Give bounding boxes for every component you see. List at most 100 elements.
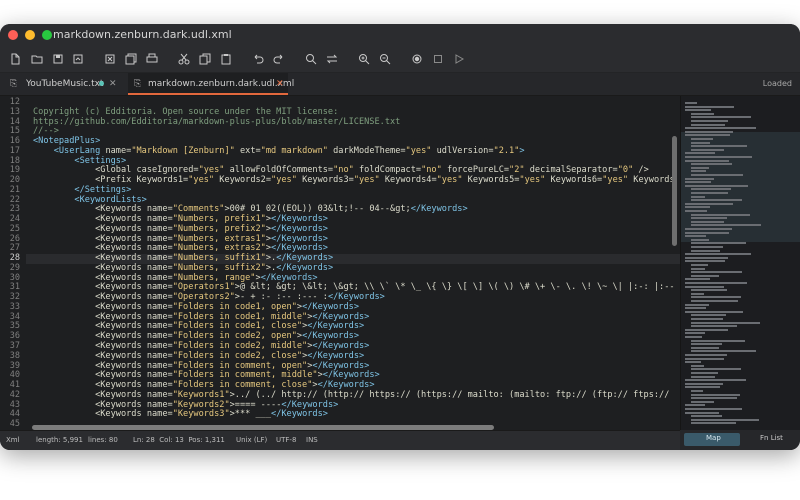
scrollbar-thumb[interactable]	[672, 136, 677, 246]
redo-icon[interactable]	[272, 52, 286, 66]
tab-map[interactable]: Map	[706, 434, 721, 442]
length-indicator: length: 5,991	[36, 436, 83, 444]
status-bar: Xml length: 5,991 lines: 80 Ln: 28 Col: …	[0, 430, 680, 450]
minimap-line	[691, 415, 722, 418]
find-icon[interactable]	[304, 52, 318, 66]
minimap-line	[691, 292, 704, 295]
save-icon[interactable]	[51, 52, 65, 66]
record-macro-icon[interactable]	[410, 52, 424, 66]
eol-indicator[interactable]: Unix (LF)	[236, 436, 267, 444]
language-indicator[interactable]: Xml	[6, 436, 20, 444]
document-map[interactable]	[680, 96, 800, 430]
new-file-icon[interactable]	[8, 52, 22, 66]
minimap-line	[691, 148, 724, 151]
zoom-in-icon[interactable]	[357, 52, 371, 66]
close-all-icon[interactable]	[124, 52, 138, 66]
encoding-indicator[interactable]: UTF-8	[276, 436, 296, 444]
play-macro-icon[interactable]	[452, 52, 466, 66]
minimap-line	[691, 120, 728, 122]
code-line: <Keywords name="Keywords3">*** ___</Keyw…	[33, 409, 328, 420]
minimap-line	[691, 145, 747, 148]
zoom-window-button[interactable]	[42, 30, 52, 40]
cut-icon[interactable]	[177, 52, 191, 66]
tab-fn-list[interactable]: Fn List	[760, 434, 783, 442]
minimap-line	[685, 404, 705, 407]
minimap-line	[685, 134, 730, 137]
minimap-line	[691, 397, 737, 400]
window-controls	[8, 30, 52, 40]
vertical-scrollbar[interactable]	[671, 96, 678, 425]
minimap-line	[691, 343, 722, 346]
minimap-line	[691, 300, 738, 302]
minimap-line	[685, 159, 729, 162]
stop-macro-icon[interactable]	[431, 52, 445, 66]
minimap-line	[691, 418, 759, 421]
window-title: markdown.zenburn.dark.udl.xml	[53, 28, 232, 41]
minimap-line	[685, 382, 723, 385]
code-editor[interactable]: 12 13 14 15 16 17 18 19 20 21 22 23 24 25 26 27 28 29 30 31…	[0, 96, 680, 430]
minimap-line	[691, 267, 705, 270]
minimap-line	[691, 188, 731, 191]
minimap-line	[685, 152, 715, 155]
document-icon: ⎘	[10, 79, 18, 89]
open-folder-icon[interactable]	[30, 52, 44, 66]
undo-icon[interactable]	[251, 52, 265, 66]
close-icon[interactable]	[103, 52, 117, 66]
minimap-line	[691, 217, 727, 220]
print-icon[interactable]	[145, 52, 159, 66]
minimize-window-button[interactable]	[25, 30, 35, 40]
minimap-line	[685, 231, 729, 234]
minimap-line	[685, 354, 727, 356]
minimap-line	[691, 174, 743, 176]
minimap-line	[685, 260, 725, 263]
copy-icon[interactable]	[198, 52, 212, 66]
minimap-line	[691, 314, 726, 317]
title-bar: markdown.zenburn.dark.udl.xml	[0, 24, 800, 46]
tab-youtubemusic[interactable]: ⎘ YouTubeMusic.txt ✕	[10, 73, 125, 95]
zoom-out-icon[interactable]	[378, 52, 392, 66]
minimap-line	[691, 220, 724, 223]
code-area[interactable]: Copyright (c) Edditoria. Open source und…	[33, 96, 680, 430]
side-panel-tabs: Map Fn List	[680, 430, 800, 450]
minimap-line	[691, 375, 715, 378]
minimap-line	[691, 166, 709, 169]
minimap-line	[691, 199, 742, 202]
tab-bar: ⎘ YouTubeMusic.txt ✕ ⎘ markdown.zenburn.…	[0, 73, 800, 96]
line-number: 45	[9, 419, 20, 430]
minimap-line	[685, 278, 710, 281]
minimap-line	[691, 350, 756, 353]
tab-markdown-zenburn[interactable]: ⎘ markdown.zenburn.dark.udl.xml ✕	[128, 73, 294, 95]
minimap-line	[691, 346, 719, 349]
minimap-line	[685, 307, 706, 310]
modified-indicator	[99, 81, 104, 86]
close-tab-icon[interactable]: ✕	[109, 73, 117, 95]
minimap-line	[691, 325, 737, 328]
minimap-line	[685, 332, 705, 335]
cursor-position: Ln: 28 Col: 13 Pos: 1,311	[133, 436, 225, 444]
replace-icon[interactable]	[325, 52, 339, 66]
minimap-line	[685, 282, 747, 284]
minimap-line	[685, 177, 714, 180]
line-number-gutter: 12 13 14 15 16 17 18 19 20 21 22 23 24 25 26 27 28 29 30 31…	[0, 96, 26, 430]
minimap-line	[685, 127, 756, 130]
minimap-line	[685, 156, 752, 158]
close-tab-icon[interactable]: ✕	[276, 73, 284, 95]
minimap-line	[685, 361, 701, 364]
paste-icon[interactable]	[219, 52, 233, 66]
tab-label: YouTubeMusic.txt	[26, 79, 104, 89]
minimap-line	[691, 249, 720, 252]
toolbar	[0, 46, 800, 73]
save-all-icon[interactable]	[71, 52, 85, 66]
minimap-line	[691, 296, 741, 299]
close-window-button[interactable]	[8, 30, 18, 40]
load-status: Loaded	[762, 79, 792, 88]
minimap-line	[685, 102, 697, 104]
minimap-line	[685, 256, 728, 259]
insert-mode-indicator[interactable]: INS	[306, 436, 318, 444]
minimap-line	[691, 123, 725, 126]
minimap-line	[691, 141, 710, 144]
minimap-line	[691, 112, 714, 115]
minimap-line	[685, 357, 724, 360]
minimap-line	[685, 184, 748, 187]
minimap-line	[685, 105, 734, 108]
